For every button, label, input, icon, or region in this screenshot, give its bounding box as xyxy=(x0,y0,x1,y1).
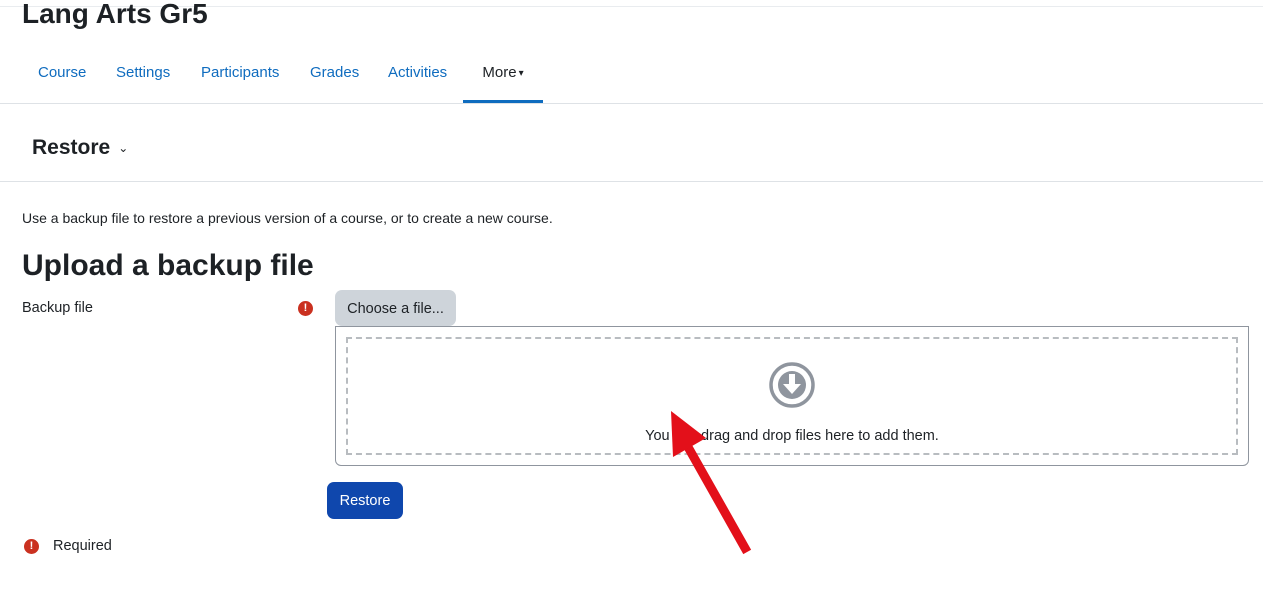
nav-divider xyxy=(0,103,1263,104)
tertiary-navigation-dropdown[interactable]: Restore ⌄ xyxy=(32,130,128,168)
course-title: Lang Arts Gr5 xyxy=(22,0,208,29)
tab-more-label: More xyxy=(482,64,517,81)
tertiary-selected-label: Restore xyxy=(32,136,111,159)
required-icon: ! xyxy=(24,539,39,554)
tab-more[interactable]: More ▾ xyxy=(463,54,543,92)
intro-text: Use a backup file to restore a previous … xyxy=(22,210,553,226)
restore-page: Lang Arts Gr5 Course Settings Participan… xyxy=(0,0,1263,597)
tab-grades[interactable]: Grades xyxy=(310,54,359,92)
chevron-down-icon: ▾ xyxy=(518,68,524,79)
tab-settings[interactable]: Settings xyxy=(116,54,170,92)
tab-activities[interactable]: Activities xyxy=(388,54,447,92)
choose-file-button[interactable]: Choose a file... xyxy=(335,290,456,326)
restore-button[interactable]: Restore xyxy=(327,482,403,519)
arrow-circle-down-icon xyxy=(769,362,815,408)
backup-file-label: Backup file xyxy=(22,300,93,316)
dropzone-text: You can drag and drop files here to add … xyxy=(645,428,939,444)
annotation-arrow xyxy=(671,411,752,555)
required-legend-text: Required xyxy=(53,538,112,554)
tab-participants[interactable]: Participants xyxy=(201,54,279,92)
chevron-down-icon: ⌄ xyxy=(118,141,129,155)
tab-course[interactable]: Course xyxy=(38,54,86,92)
required-icon: ! xyxy=(298,301,313,316)
page-heading: Upload a backup file xyxy=(22,249,314,282)
tertiary-divider xyxy=(0,181,1263,182)
